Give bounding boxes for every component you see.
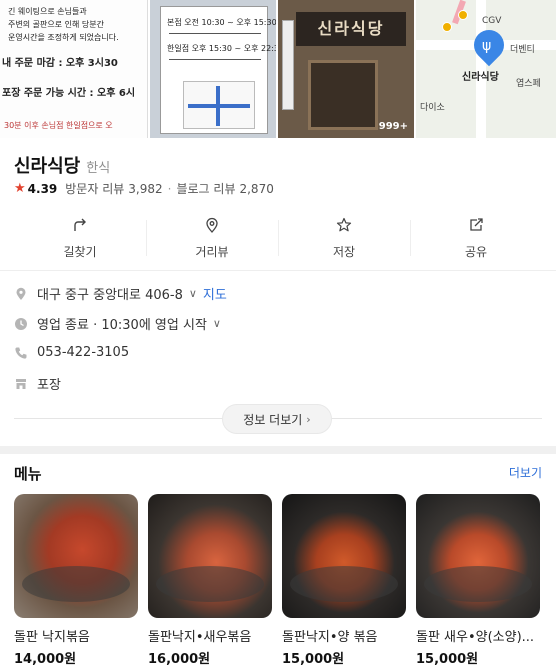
photo-count-badge: 999+	[378, 121, 408, 132]
menu-photo	[416, 494, 540, 618]
more-info-button[interactable]: 정보 더보기 ›	[222, 404, 332, 434]
separator-dot: ·	[167, 181, 172, 196]
place-title: 신라식당	[14, 156, 81, 177]
hours-text: 영업 종료 · 10:30에 영업 시작	[37, 318, 207, 333]
menu-item-price: 15,000원	[282, 652, 345, 667]
mini-map-drawing	[183, 81, 255, 129]
address-text: 대구 중구 중앙대로 406-8	[37, 288, 183, 303]
phone-icon	[15, 347, 27, 359]
rating-row: ★ 4.39 방문자 리뷰 3,982 · 블로그 리뷰 2,870	[14, 180, 274, 197]
action-bar: 길찾기 거리뷰 저장 공유	[14, 212, 542, 264]
fork-knife-icon: ψ	[467, 23, 511, 67]
map-label: 다이소	[420, 103, 445, 113]
map-marker-dot	[442, 22, 452, 32]
photo-notice-sign[interactable]: 긴 웨이팅으로 손님들과 주변의 골판으로 인해 당분간 운영시간을 조정하게 …	[0, 0, 148, 138]
takeout-row: 포장	[14, 374, 61, 393]
star-rating-icon: ★	[14, 181, 26, 196]
clock-icon	[15, 317, 27, 330]
divider	[169, 59, 261, 60]
menu-heading: 메뉴	[14, 465, 42, 483]
share-button[interactable]: 공유	[410, 212, 542, 264]
street-view-label: 거리뷰	[195, 244, 229, 259]
sign-line: 내 주문 마감 : 오후 3시30	[2, 58, 118, 69]
menu-list: 돌판 낙지볶음 14,000원 돌판낙지•새우볶음 16,000원 돌판낙지•양…	[14, 494, 540, 667]
section-separator	[0, 446, 556, 454]
save-button[interactable]: 저장	[278, 212, 410, 264]
sign-line: 운영시간을 조정하게 되었습니다.	[8, 33, 119, 42]
share-icon	[470, 217, 483, 231]
divider	[169, 33, 261, 34]
visitor-reviews-link[interactable]: 방문자 리뷰 3,982	[65, 180, 162, 197]
menu-item-name: 돌판낙지•새우볶음	[148, 630, 252, 645]
chevron-down-icon[interactable]: ∨	[189, 287, 197, 300]
divider	[0, 270, 556, 271]
sign-line: 포장 주문 가능 시간 : 오후 6시	[2, 88, 136, 99]
menu-photo	[14, 494, 138, 618]
directions-label: 길찾기	[63, 244, 97, 259]
menu-item-name: 돌판낙지•양 볶음	[282, 630, 378, 645]
menu-photo	[148, 494, 272, 618]
takeout-text: 포장	[37, 378, 61, 393]
side-banner	[282, 20, 294, 110]
menu-photo	[282, 494, 406, 618]
visitor-reviews-label: 방문자 리뷰	[65, 182, 125, 196]
share-label: 공유	[464, 244, 488, 259]
map-label: 엽스페	[516, 79, 541, 89]
map-place-label: 신라식당	[462, 72, 499, 83]
store-door	[308, 60, 378, 130]
notice-line: 본점 오전 10:30 ~ 오후 15:30	[167, 18, 276, 27]
more-info-label: 정보 더보기	[243, 412, 303, 427]
sign-line: 긴 웨이팅으로 손님들과	[8, 7, 87, 16]
menu-item-name: 돌판 낙지볶음	[14, 630, 90, 645]
map-label-cgv: CGV	[482, 16, 502, 26]
menu-more-link[interactable]: 더보기	[509, 464, 542, 481]
street-view-button[interactable]: 거리뷰	[146, 212, 278, 264]
place-category: 한식	[86, 161, 111, 176]
blog-reviews-link[interactable]: 블로그 리뷰 2,870	[176, 180, 273, 197]
star-icon	[336, 217, 352, 231]
photo-hours-notice[interactable]: 본점 오전 10:30 ~ 오후 15:30 한일점 오후 15:30 ~ 오후…	[150, 0, 276, 138]
location-pin-icon	[16, 287, 26, 300]
street-view-icon	[206, 217, 218, 233]
menu-item[interactable]: 돌판 낙지볶음 14,000원	[14, 494, 138, 667]
menu-item-price: 14,000원	[14, 652, 77, 667]
directions-button[interactable]: 길찾기	[14, 212, 146, 264]
map-marker-dot	[458, 10, 468, 20]
menu-item-name: 돌판 새우•양(소양)...	[416, 630, 535, 645]
store-icon	[16, 378, 26, 389]
address-row[interactable]: 대구 중구 중앙대로 406-8 ∨ 지도	[14, 284, 227, 303]
visitor-reviews-count: 3,982	[128, 182, 163, 196]
notice-paper: 본점 오전 10:30 ~ 오후 15:30 한일점 오후 15:30 ~ 오후…	[160, 6, 276, 134]
photo-map-thumbnail[interactable]: CGV 더벤티 다이소 엽스페 ψ 신라식당	[416, 0, 556, 138]
photo-strip[interactable]: 긴 웨이팅으로 손님들과 주변의 골판으로 인해 당분간 운영시간을 조정하게 …	[0, 0, 556, 138]
notice-line: 한일점 오후 15:30 ~ 오후 22:30	[167, 44, 276, 53]
menu-item-price: 15,000원	[416, 652, 479, 667]
map-label: 더벤티	[510, 45, 535, 55]
blog-reviews-label: 블로그 리뷰	[176, 182, 236, 196]
store-sign: 신라식당	[296, 12, 406, 46]
save-label: 저장	[332, 244, 356, 259]
menu-item-price: 16,000원	[148, 652, 211, 667]
map-link[interactable]: 지도	[203, 284, 227, 303]
sign-line: 30분 이후 손님점 한일점으로 오	[4, 121, 113, 130]
place-header: 신라식당 한식	[14, 152, 110, 178]
menu-item[interactable]: 돌판 새우•양(소양)... 15,000원	[416, 494, 540, 667]
photo-storefront[interactable]: 신라식당 999+	[278, 0, 414, 138]
menu-item[interactable]: 돌판낙지•양 볶음 15,000원	[282, 494, 406, 667]
hours-row[interactable]: 영업 종료 · 10:30에 영업 시작 ∨	[14, 314, 221, 333]
phone-number: 053-422-3105	[37, 345, 130, 360]
rating-value: 4.39	[27, 181, 58, 196]
chevron-down-icon[interactable]: ∨	[213, 317, 221, 330]
blog-reviews-count: 2,870	[239, 182, 274, 196]
chevron-right-icon: ›	[306, 412, 311, 426]
menu-item[interactable]: 돌판낙지•새우볶음 16,000원	[148, 494, 272, 667]
sign-line: 주변의 골판으로 인해 당분간	[8, 20, 104, 29]
directions-icon	[74, 218, 86, 231]
phone-row[interactable]: 053-422-3105	[14, 345, 129, 360]
